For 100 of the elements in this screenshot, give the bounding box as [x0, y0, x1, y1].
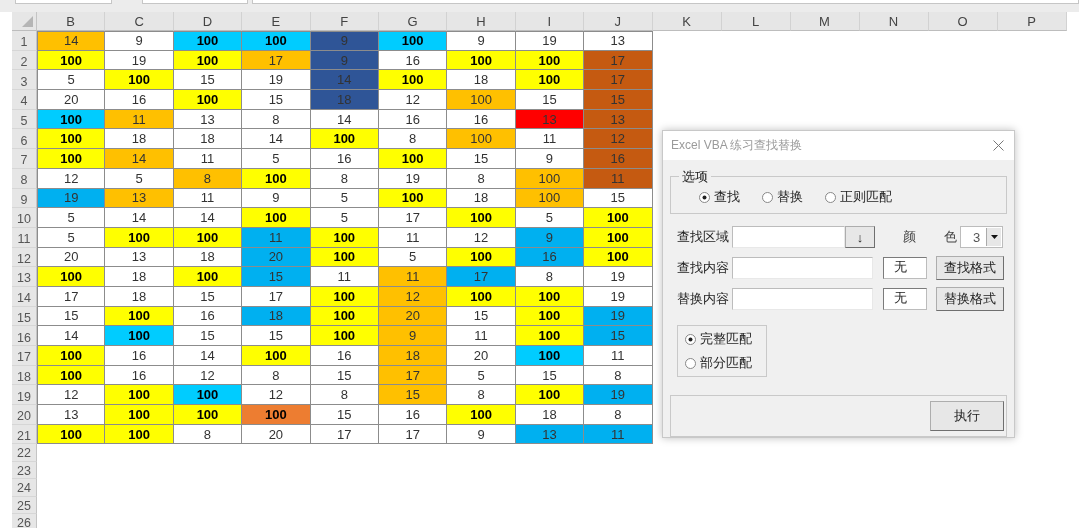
table-cell: 100	[173, 267, 243, 287]
formula-bar-field[interactable]	[251, 0, 1079, 4]
table-cell: 20	[447, 346, 516, 366]
column-header[interactable]: L	[721, 12, 791, 31]
table-cell: 13	[105, 188, 174, 209]
table-cell: 14	[37, 326, 106, 346]
row-header[interactable]: 26	[12, 514, 37, 528]
row-header[interactable]: 3	[12, 70, 37, 91]
column-header[interactable]: E	[242, 12, 311, 31]
find-format-button[interactable]: 查找格式	[936, 256, 1004, 280]
table-cell: 5	[515, 208, 585, 228]
table-cell: 15	[242, 267, 311, 287]
table-cell: 11	[105, 109, 174, 130]
row-header[interactable]: 24	[12, 479, 37, 497]
column-header[interactable]: C	[105, 12, 174, 31]
close-icon[interactable]	[993, 140, 1004, 151]
execute-button[interactable]: 执行	[930, 401, 1004, 431]
table-cell: 14	[37, 31, 106, 51]
table-cell: 100	[242, 208, 311, 228]
color-dropdown[interactable]: 3	[960, 226, 1003, 248]
row-header[interactable]: 10	[12, 208, 37, 228]
column-header[interactable]: J	[584, 12, 653, 31]
table-cell: 100	[105, 306, 174, 327]
find-input-field[interactable]	[732, 257, 873, 279]
radio-button[interactable]	[825, 191, 836, 203]
table-cell: 16	[105, 90, 174, 110]
radio-button[interactable]	[699, 191, 710, 203]
table-cell: 15	[584, 90, 653, 110]
select-all-icon[interactable]	[22, 16, 33, 27]
table-cell: 100	[173, 31, 243, 51]
radio-button[interactable]	[685, 333, 696, 345]
row-header[interactable]: 16	[12, 326, 37, 346]
radio-label[interactable]: 部分匹配	[700, 354, 752, 372]
table-cell: 11	[584, 168, 653, 189]
column-header[interactable]: O	[928, 12, 998, 31]
radio-button[interactable]	[685, 357, 696, 369]
table-cell: 100	[447, 208, 516, 228]
table-cell: 8	[310, 385, 379, 406]
table-cell: 20	[242, 424, 311, 445]
table-cell: 13	[584, 31, 653, 51]
column-header[interactable]: N	[859, 12, 929, 31]
row-header[interactable]: 20	[12, 405, 37, 425]
table-cell: 15	[242, 326, 311, 346]
table-cell: 18	[515, 405, 585, 425]
column-header[interactable]: K	[652, 12, 722, 31]
table-cell: 13	[37, 405, 106, 425]
row-header[interactable]: 17	[12, 346, 37, 366]
replace-format-button[interactable]: 替换格式	[936, 287, 1004, 311]
formula-bar-field[interactable]	[15, 0, 113, 4]
row-header[interactable]: 4	[12, 90, 37, 110]
column-header[interactable]: P	[997, 12, 1067, 31]
table-cell: 18	[447, 70, 516, 91]
table-cell: 9	[515, 149, 585, 169]
table-cell: 11	[584, 424, 653, 445]
column-header[interactable]: H	[447, 12, 516, 31]
table-cell: 8	[515, 267, 585, 287]
table-cell: 100	[105, 405, 174, 425]
table-cell: 8	[584, 405, 653, 425]
column-header[interactable]: M	[790, 12, 860, 31]
formula-bar-field[interactable]	[142, 0, 248, 4]
table-cell: 100	[37, 149, 106, 169]
table-cell: 18	[105, 267, 174, 287]
column-header[interactable]: B	[37, 12, 106, 31]
radio-button[interactable]	[762, 191, 773, 203]
radio-label[interactable]: 查找	[714, 188, 740, 206]
table-cell: 20	[37, 90, 106, 110]
column-header[interactable]: D	[173, 12, 243, 31]
replace-input-field[interactable]	[732, 288, 873, 310]
table-cell: 17	[447, 267, 516, 287]
table-cell: 100	[242, 346, 311, 366]
row-header[interactable]: 13	[12, 267, 37, 287]
range-select-button[interactable]: ↓	[845, 226, 875, 248]
row-header[interactable]: 19	[12, 385, 37, 406]
row-header[interactable]: 7	[12, 149, 37, 169]
table-cell: 8	[242, 365, 311, 386]
table-cell: 100	[584, 247, 653, 268]
row-header[interactable]: 6	[12, 129, 37, 150]
dropdown-caret-icon[interactable]	[990, 235, 998, 239]
range-input-field[interactable]	[732, 226, 845, 248]
table-cell: 14	[173, 346, 243, 366]
field-label: 颜 色	[903, 228, 958, 246]
row-header[interactable]: 1	[12, 31, 37, 51]
table-cell: 19	[105, 50, 174, 71]
column-header[interactable]: F	[310, 12, 379, 31]
radio-label[interactable]: 替换	[777, 188, 803, 206]
table-cell: 11	[584, 346, 653, 366]
table-cell: 18	[378, 346, 448, 366]
radio-label[interactable]: 正则匹配	[840, 188, 892, 206]
table-cell: 15	[447, 306, 516, 327]
table-cell: 9	[310, 31, 379, 51]
column-header[interactable]: G	[378, 12, 448, 31]
column-header[interactable]: I	[515, 12, 585, 31]
table-cell: 100	[447, 50, 516, 71]
table-cell: 11	[515, 129, 585, 150]
table-cell: 17	[378, 208, 448, 228]
radio-label[interactable]: 完整匹配	[700, 330, 752, 348]
row-header[interactable]: 22	[12, 444, 37, 462]
group-label: 选项	[679, 168, 711, 186]
table-cell: 18	[173, 129, 243, 150]
table-cell: 9	[378, 326, 448, 346]
